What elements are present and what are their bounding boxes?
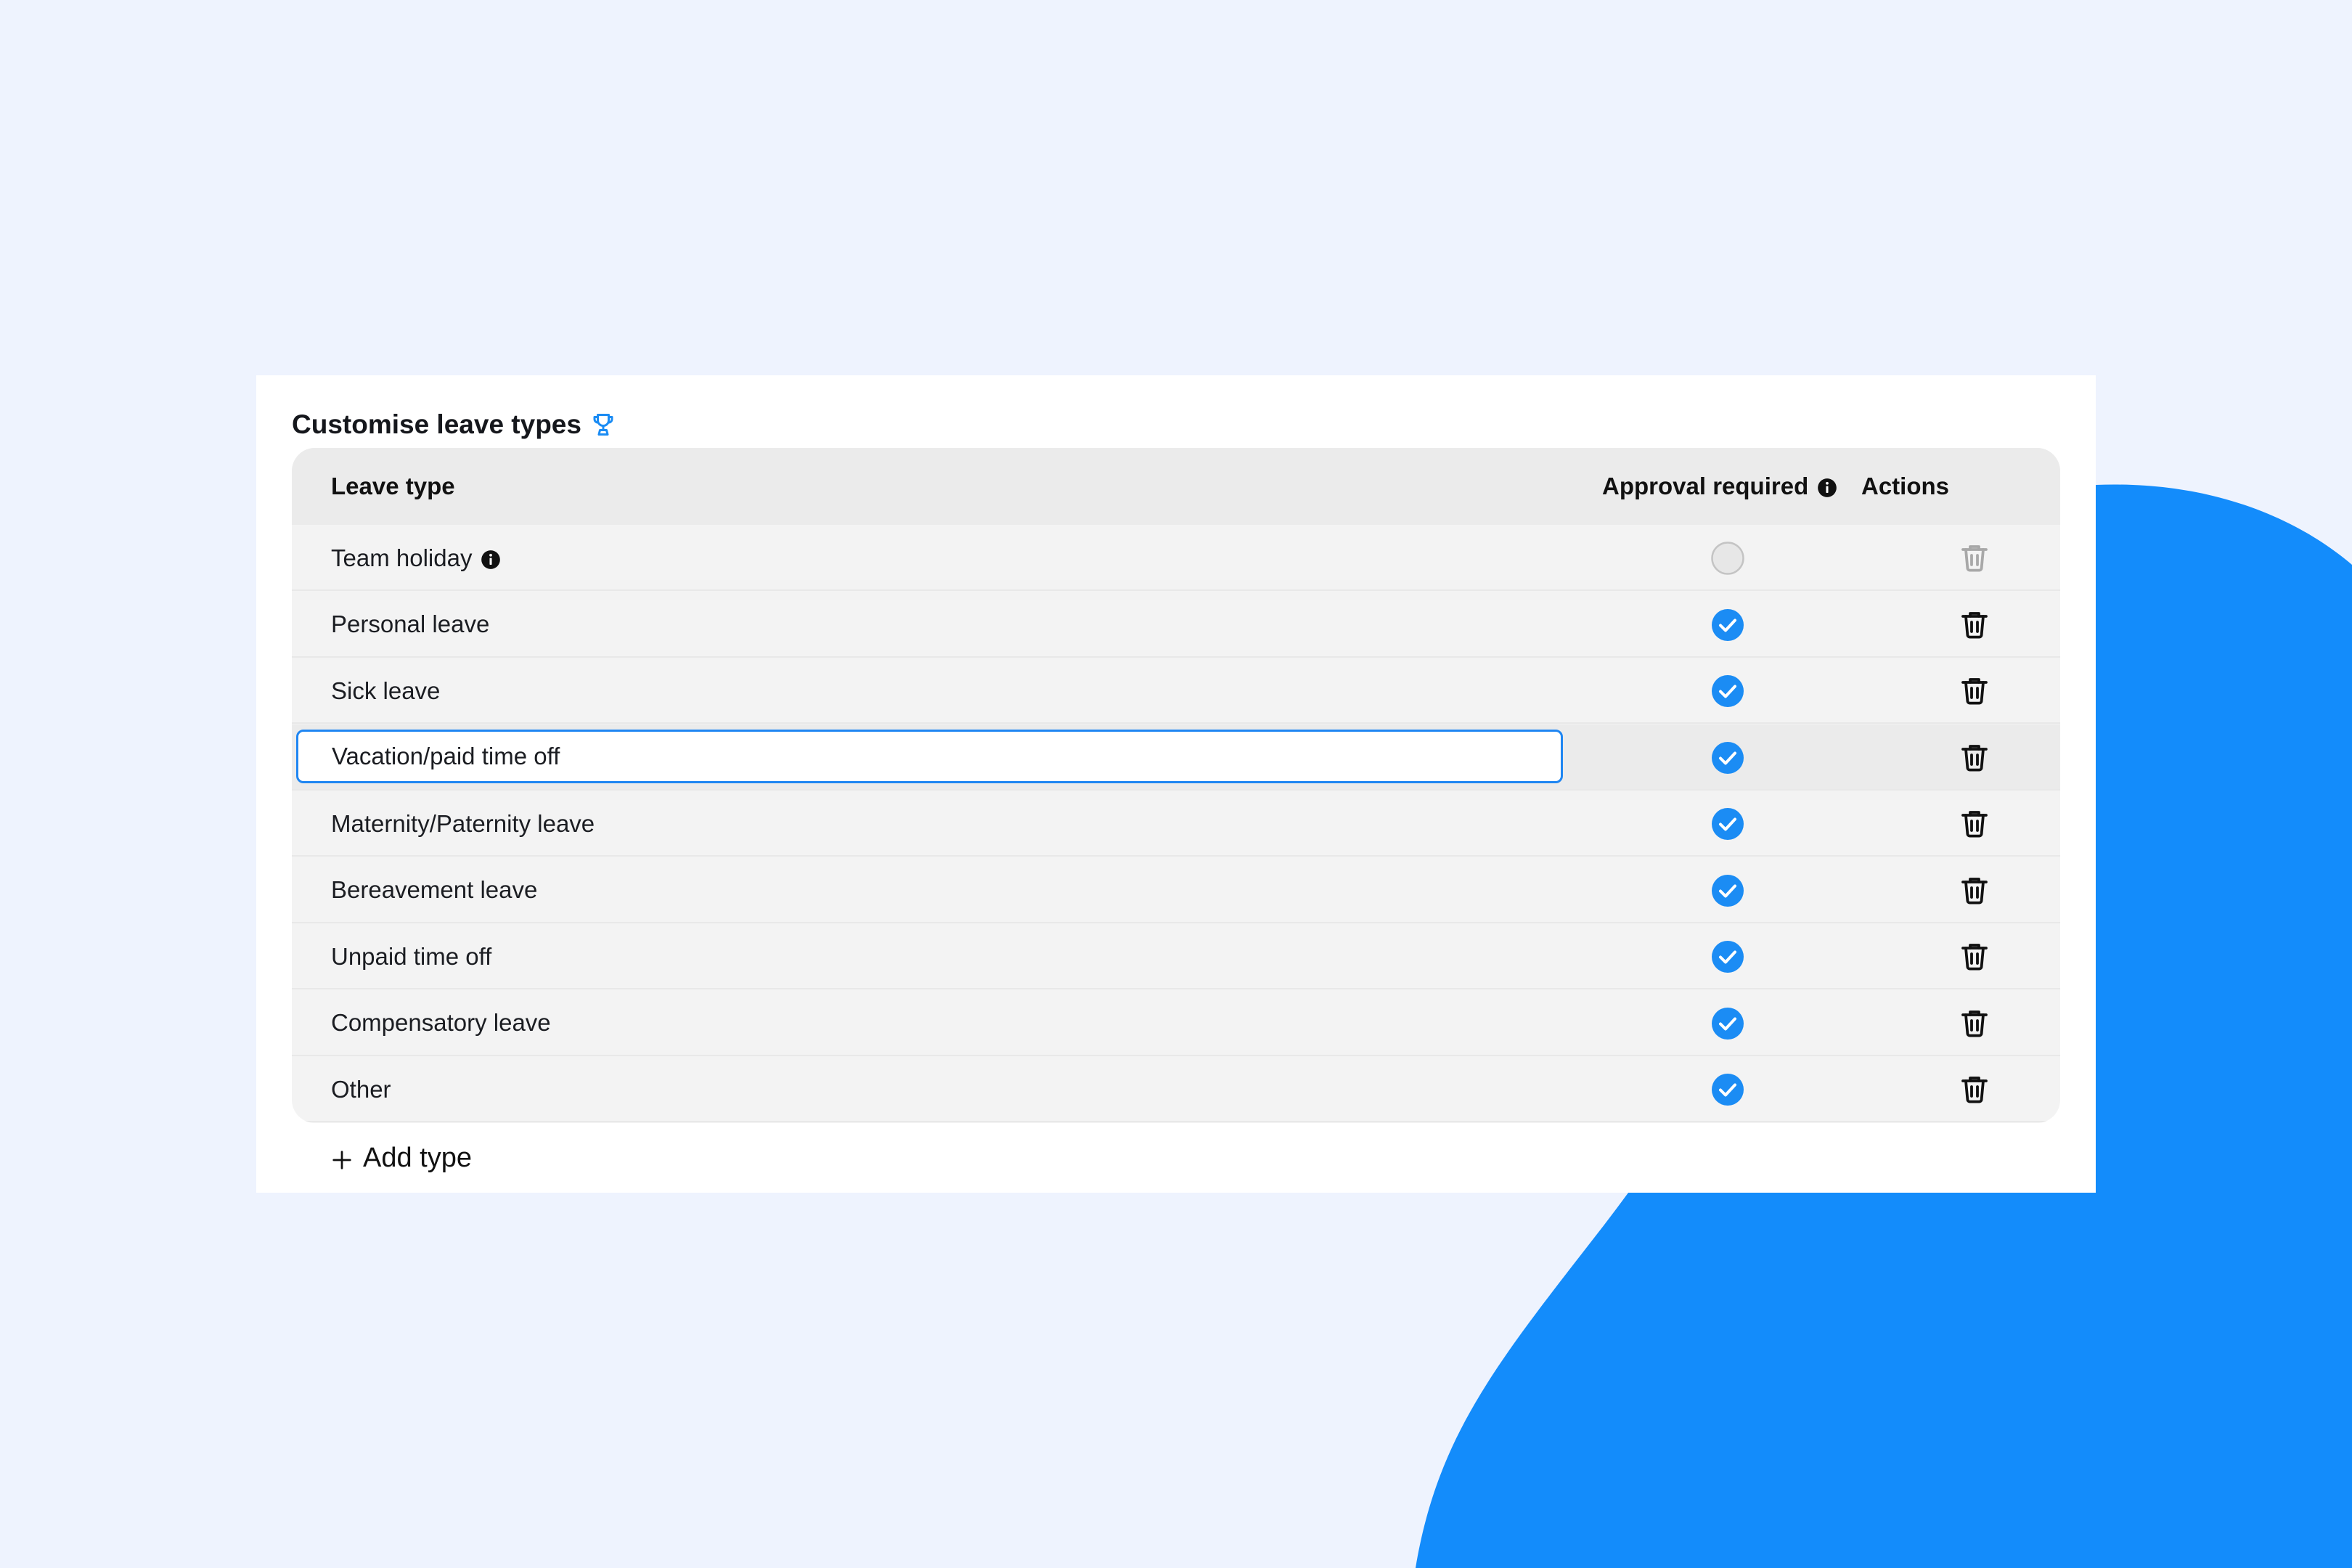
approval-checked-icon[interactable] [1710,740,1745,775]
leave-type-name-cell[interactable]: Sick leave [331,658,440,724]
table-row: Team holiday [292,525,2060,591]
column-header-actions: Actions [1861,473,1950,499]
approval-checked-icon[interactable] [1710,873,1745,908]
leave-types-table: Leave type Approval required Actions Tea… [292,448,2060,1123]
leave-type-name-cell[interactable]: Team holiday [331,525,501,591]
table-header: Leave type Approval required Actions [292,448,2060,525]
leave-type-name: Other [331,1075,391,1103]
delete-icon[interactable] [1957,1005,1992,1040]
trophy-icon [590,412,616,438]
approval-checked-icon[interactable] [1710,1072,1745,1107]
leave-type-name: Personal leave [331,611,490,637]
leave-type-name-cell[interactable]: Personal leave [331,592,489,658]
leave-type-name-cell[interactable]: Unpaid time off [331,923,491,989]
table-row: Other [292,1056,2060,1122]
column-header-leave-type: Leave type [331,473,455,499]
approval-checked-icon[interactable] [1710,807,1745,841]
leave-type-name: Maternity/Paternity leave [331,809,595,837]
plus-icon [331,1147,353,1169]
approval-checked-icon[interactable] [1710,674,1745,709]
delete-icon [1957,540,1992,575]
leave-type-name-cell[interactable]: Maternity/Paternity leave [331,791,595,857]
info-icon[interactable] [1817,476,1837,497]
delete-icon[interactable] [1957,740,1992,775]
column-header-approval-label: Approval required [1602,473,1809,499]
leave-types-panel: Customise leave types Leave type Approva… [256,375,2096,1193]
approval-checked-icon[interactable] [1710,939,1745,974]
column-header-approval: Approval required [1602,448,1837,525]
delete-icon[interactable] [1957,607,1992,642]
table-row: Maternity/Paternity leave [292,791,2060,857]
approval-unchecked-icon [1710,541,1745,576]
leave-type-name: Unpaid time off [331,942,492,970]
delete-icon[interactable] [1957,873,1992,907]
table-row: Personal leave [292,592,2060,658]
table-row: Unpaid time off [292,923,2060,989]
table-row: Sick leave [292,658,2060,724]
delete-icon[interactable] [1957,1071,1992,1106]
panel-title: Customise leave types [292,397,616,452]
add-type-label: Add type [363,1142,472,1173]
panel-title-text: Customise leave types [292,409,581,439]
table-row: Compensatory leave [292,990,2060,1056]
delete-icon[interactable] [1957,939,1992,973]
delete-icon[interactable] [1957,673,1992,708]
leave-type-name: Sick leave [331,677,441,704]
delete-icon[interactable] [1957,806,1992,841]
leave-type-name-input[interactable] [296,729,1563,783]
table-row: Bereavement leave [292,857,2060,923]
leave-type-name-cell[interactable]: Compensatory leave [331,990,551,1056]
info-icon[interactable] [481,548,501,569]
approval-checked-icon[interactable] [1710,608,1745,642]
leave-type-name: Team holiday [331,544,473,571]
leave-type-name: Compensatory leave [331,1009,551,1036]
table-row [292,724,2060,791]
approval-checked-icon[interactable] [1710,1006,1745,1041]
leave-type-name-cell[interactable]: Other [331,1056,391,1122]
add-type-button[interactable]: Add type [331,1131,472,1185]
leave-type-name: Bereavement leave [331,876,538,903]
leave-type-name-cell[interactable]: Bereavement leave [331,857,537,923]
